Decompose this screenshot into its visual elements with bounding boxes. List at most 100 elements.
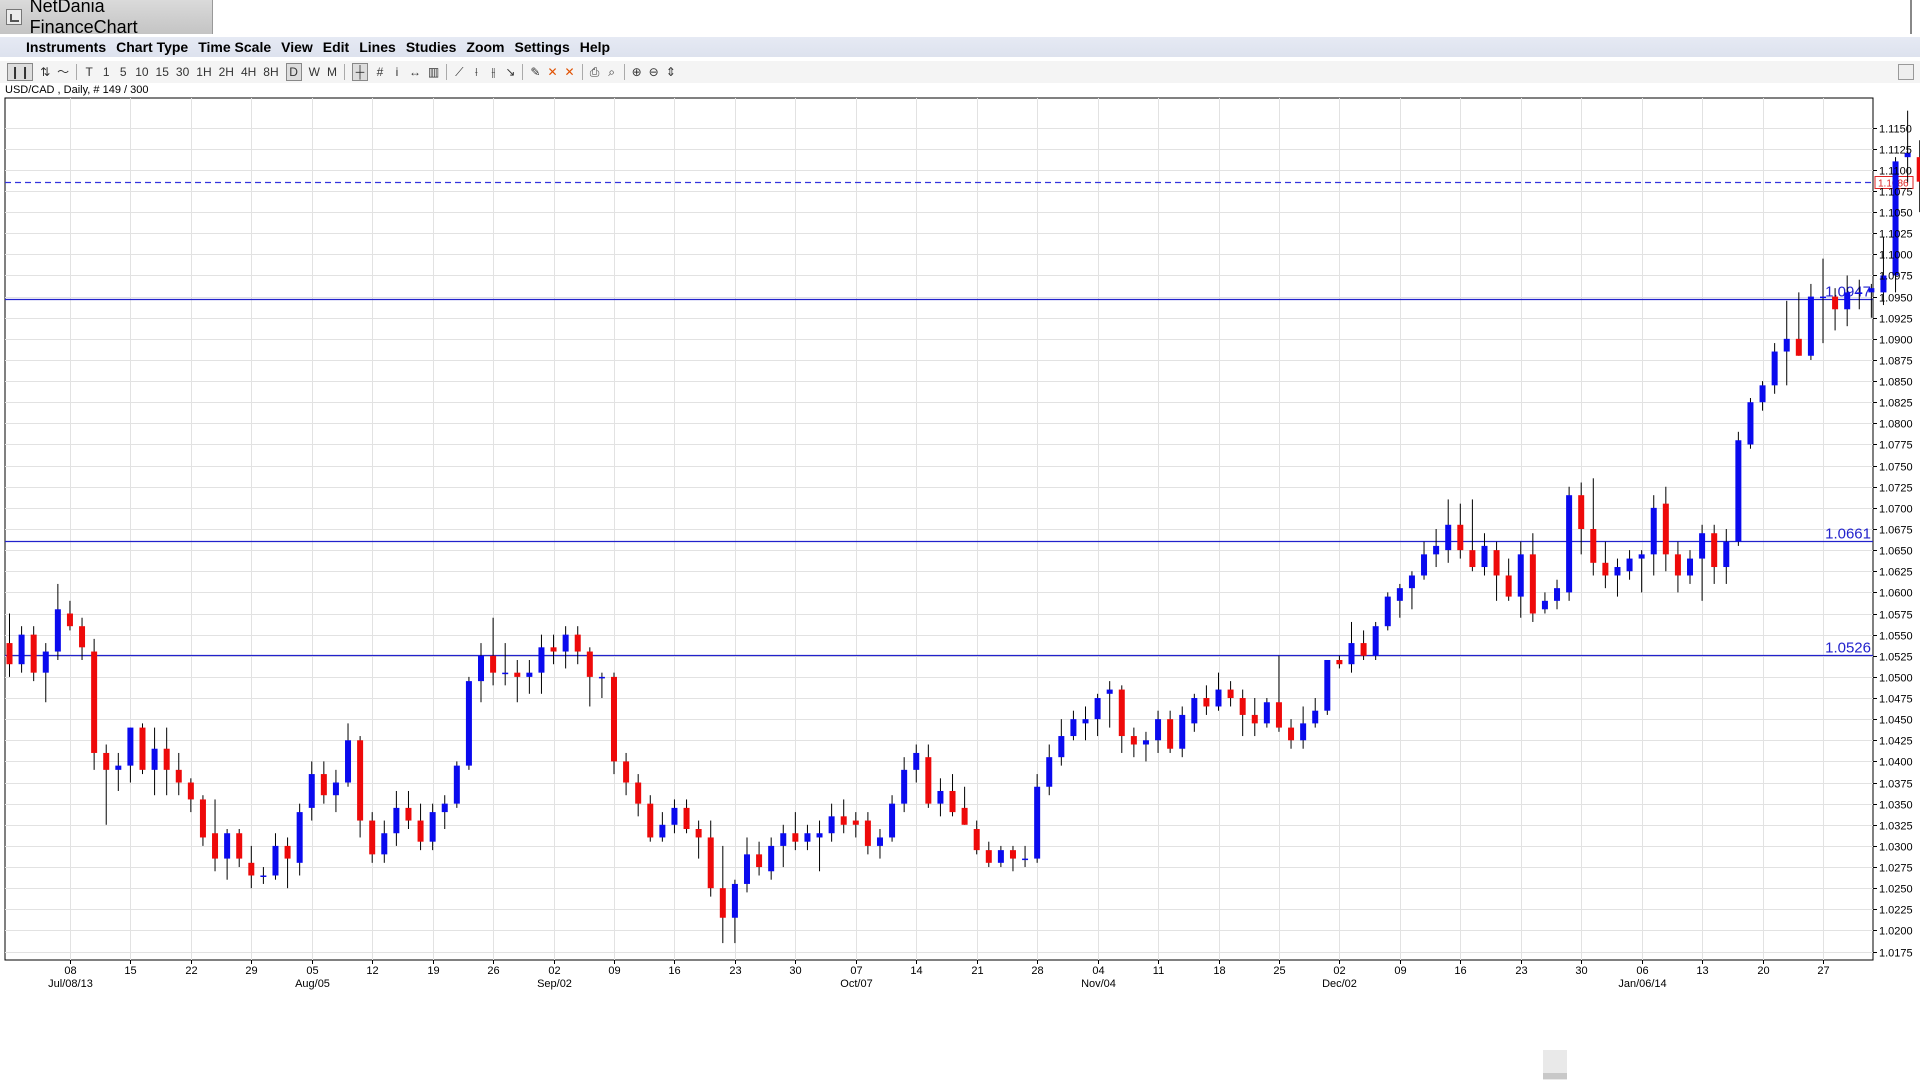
menu-chart-type[interactable]: Chart Type: [116, 39, 188, 55]
ray-icon[interactable]: ⟊: [471, 64, 481, 80]
pen-icon[interactable]: ✎: [530, 64, 540, 80]
timeframe-1h[interactable]: 1H: [196, 64, 211, 80]
candle-body: [659, 824, 666, 838]
candle-body: [199, 799, 206, 838]
candle-body: [296, 812, 303, 863]
arrow-tool-icon[interactable]: ↘: [505, 64, 515, 80]
menu-view[interactable]: View: [281, 39, 313, 55]
timeframe-15min[interactable]: 15: [156, 64, 169, 80]
timeframe-weekly[interactable]: W: [309, 64, 320, 80]
y-tick-label: 1.0675: [1879, 525, 1913, 537]
scroll-icon[interactable]: ↔: [409, 64, 421, 80]
candle-body: [671, 807, 678, 825]
candle-body: [1807, 296, 1814, 356]
fibonacci-icon[interactable]: ⫲: [488, 64, 498, 80]
scroll-grip[interactable]: [1543, 1073, 1567, 1079]
x-month-label: Nov/04: [1081, 978, 1116, 990]
candle-body: [792, 833, 799, 842]
candle-body: [1650, 507, 1657, 555]
candle-body: [538, 647, 545, 673]
panel-toggle-icon[interactable]: [1898, 64, 1914, 80]
timeframe-8h[interactable]: 8H: [263, 64, 278, 80]
candle-body: [1541, 600, 1548, 610]
candle-body: [828, 816, 835, 834]
zoom-out-icon[interactable]: ⊖: [649, 64, 659, 80]
x-tick-label: 11: [1153, 965, 1164, 977]
candle-body: [1662, 503, 1669, 555]
y-tick-label: 1.0500: [1879, 673, 1913, 685]
toolbar: ❙❙ ⇅ 〜 T 1 5 10 15 30 1H 2H 4H 8H D W M …: [0, 61, 1920, 83]
x-tick-label: 14: [910, 965, 922, 977]
y-tick-label: 1.0575: [1879, 610, 1913, 622]
trendline-icon[interactable]: ⟋: [454, 64, 464, 80]
fit-icon[interactable]: ⇕: [666, 64, 676, 80]
x-tick-label: 15: [124, 965, 136, 977]
menu-time-scale[interactable]: Time Scale: [198, 39, 271, 55]
candle-body: [393, 807, 400, 834]
toolbar-separator: [343, 64, 345, 80]
y-tick-label: 1.0400: [1879, 757, 1913, 769]
x-tick-label: 30: [1575, 965, 1587, 977]
candle-body: [1638, 554, 1645, 559]
timeframe-1min[interactable]: 1: [101, 64, 111, 80]
candle-body: [852, 820, 859, 825]
candle-body: [1239, 698, 1246, 715]
candle-body: [611, 676, 617, 762]
candle-body: [490, 655, 497, 673]
zoom-in-icon[interactable]: ⊕: [632, 64, 642, 80]
x-tick-label: 22: [185, 965, 197, 977]
timeframe-4h[interactable]: 4H: [241, 64, 256, 80]
candle-body: [514, 672, 521, 677]
candle-body: [1445, 524, 1452, 551]
menu-studies[interactable]: Studies: [406, 39, 457, 55]
menu-zoom[interactable]: Zoom: [466, 39, 504, 55]
candle-body: [961, 807, 968, 825]
delete-icon[interactable]: ✕: [547, 64, 557, 80]
timeframe-10min[interactable]: 10: [135, 64, 148, 80]
candle-body: [1493, 550, 1500, 576]
candle-body: [175, 769, 182, 783]
candle-body: [683, 807, 690, 830]
candlestick-icon[interactable]: ❙❙: [7, 63, 34, 81]
menu-help[interactable]: Help: [580, 39, 610, 55]
menu-settings[interactable]: Settings: [515, 39, 570, 55]
price-chart[interactable]: 1.09471.06611.05261.1086 1.11501.11251.1…: [0, 95, 1920, 1000]
x-tick-label: 23: [1515, 965, 1527, 977]
title-bar: NetDania FinanceChart: [0, 0, 1920, 37]
x-tick-label: 07: [850, 965, 862, 977]
timeframe-5min[interactable]: 5: [118, 64, 128, 80]
menu-edit[interactable]: Edit: [323, 39, 349, 55]
candle-body: [586, 651, 593, 677]
timeframe-2h[interactable]: 2H: [219, 64, 234, 80]
candle-body: [502, 672, 509, 675]
print-preview-icon[interactable]: ⌕: [607, 64, 617, 80]
candle-body: [1590, 529, 1597, 563]
candle-body: [1118, 689, 1125, 737]
menu-instruments[interactable]: Instruments: [26, 39, 106, 55]
volume-icon[interactable]: ▥: [428, 64, 439, 80]
timeframe-30min[interactable]: 30: [176, 64, 189, 80]
y-tick-label: 1.0800: [1879, 419, 1913, 431]
level-label: 1.0661: [1825, 526, 1871, 543]
info-icon[interactable]: i: [392, 64, 402, 80]
line-chart-icon[interactable]: 〜: [57, 64, 69, 80]
x-tick-label: 05: [306, 965, 318, 977]
y-tick-label: 1.0225: [1879, 905, 1913, 917]
print-icon[interactable]: ⎙: [590, 64, 600, 80]
candle-body: [1747, 402, 1754, 445]
candle-body: [1142, 740, 1149, 745]
grid-icon[interactable]: #: [375, 64, 385, 80]
window-tab[interactable]: NetDania FinanceChart: [0, 0, 213, 37]
menu-lines[interactable]: Lines: [359, 39, 396, 55]
timeframe-tick[interactable]: T: [84, 64, 94, 80]
candle-body: [1481, 545, 1488, 568]
candle-body: [1384, 596, 1391, 627]
timeframe-daily[interactable]: D: [285, 63, 302, 81]
delete-all-icon[interactable]: ✕: [565, 64, 575, 80]
timeframe-monthly[interactable]: M: [327, 64, 337, 80]
candle-body: [332, 782, 339, 796]
bar-chart-icon[interactable]: ⇅: [40, 64, 50, 80]
candle-body: [1457, 524, 1464, 551]
x-tick-label: 13: [1696, 965, 1708, 977]
crosshair-icon[interactable]: ┼: [351, 63, 368, 81]
